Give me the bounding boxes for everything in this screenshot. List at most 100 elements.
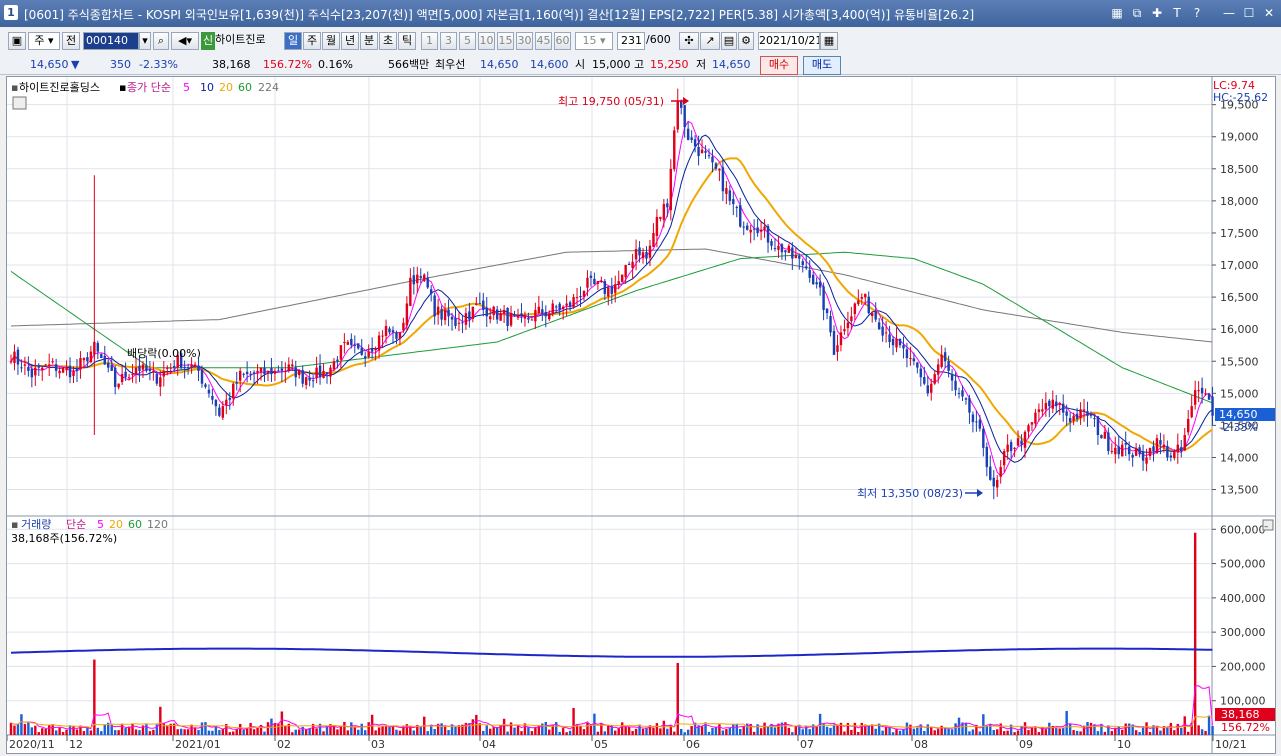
quote-change: 350 <box>110 58 131 71</box>
min-arrow-head <box>977 489 983 497</box>
period-day-button[interactable]: 일 <box>284 32 302 50</box>
candle-body <box>627 263 631 266</box>
volume-bar <box>593 713 596 735</box>
candle-body <box>13 351 16 364</box>
volume-bar <box>1023 722 1027 735</box>
market-select[interactable]: 주 ▾ <box>28 32 60 50</box>
help-icon[interactable]: ? <box>1189 5 1205 21</box>
volume-bar <box>850 729 853 735</box>
settings-icon[interactable]: ⚙ <box>738 32 754 50</box>
crosshair-icon[interactable]: ✣ <box>679 32 699 50</box>
price-legend-indicator: 종가 단순 <box>127 81 171 94</box>
speaker-icon[interactable]: ◀▾ <box>171 32 199 50</box>
volume-bar <box>1002 731 1006 735</box>
minute-step-15[interactable]: 15 <box>497 32 514 50</box>
candle-body <box>1061 403 1065 413</box>
minute-step-3[interactable]: 3 <box>440 32 457 50</box>
volume-bar <box>235 729 238 735</box>
prev-button[interactable]: 전 <box>62 32 80 50</box>
candle-body <box>759 229 763 232</box>
period-week-button[interactable]: 주 <box>303 32 321 50</box>
sell-button[interactable]: 매도 <box>803 56 841 75</box>
interval-select[interactable]: 15 ▾ <box>575 32 613 50</box>
volume-bar <box>207 730 211 735</box>
volume-bar <box>936 729 940 735</box>
candle-body <box>395 332 398 339</box>
maximize-icon[interactable]: ☐ <box>1241 5 1257 21</box>
volume-bar <box>75 729 79 735</box>
volume-bar <box>391 725 395 735</box>
candle-body <box>471 306 475 319</box>
minute-step-30[interactable]: 30 <box>516 32 533 50</box>
candle-body <box>1034 412 1037 424</box>
window-titlebar: 1 [0601] 주식종합차트 - KOSPI 외국인보유[1,639(천)] … <box>0 0 1281 27</box>
candle-body <box>572 297 575 308</box>
pin-icon[interactable]: ✚ <box>1149 5 1165 21</box>
minimize-icon[interactable]: — <box>1221 5 1237 21</box>
candle-body <box>211 395 214 400</box>
candle-body <box>475 303 478 306</box>
table-toggle-icon[interactable] <box>12 96 27 110</box>
volume-bar <box>1068 723 1072 735</box>
search-icon[interactable]: ⌕ <box>153 32 169 50</box>
volume-bar <box>179 728 183 735</box>
copy-icon[interactable]: ⧉ <box>1129 5 1145 21</box>
code-dropdown-icon[interactable]: ▾ <box>139 32 151 50</box>
period-minute-button[interactable]: 분 <box>360 32 378 50</box>
candle-body <box>238 370 242 381</box>
stock-code-input[interactable]: 000140 <box>83 32 139 50</box>
vol-ma-legend-5: 5 <box>97 518 104 531</box>
minute-step-45[interactable]: 45 <box>535 32 552 50</box>
save-icon[interactable]: ▤ <box>721 32 737 50</box>
minute-step-5[interactable]: 5 <box>459 32 476 50</box>
close-icon[interactable]: ✕ <box>1261 5 1277 21</box>
volume-bar <box>159 706 162 735</box>
grid-icon[interactable]: ▦ <box>1109 5 1125 21</box>
minute-step-60[interactable]: 60 <box>554 32 571 50</box>
chart-area[interactable]: 19,500 19,000 18,500 18,000 17,500 17,000 16,5… <box>6 76 1276 754</box>
volume-bar <box>992 730 995 735</box>
quote-open-label: 시 <box>575 58 586 71</box>
candle-body <box>516 316 520 318</box>
period-second-button[interactable]: 초 <box>379 32 397 50</box>
candle-body <box>1193 390 1197 405</box>
volume-bar <box>711 727 714 735</box>
candle-body <box>957 393 961 395</box>
layout-icon[interactable]: ▣ <box>8 32 26 50</box>
stock-chart[interactable]: 19,50019,00018,50018,00017,50017,00016,5… <box>6 77 1275 753</box>
candle-body <box>617 281 620 286</box>
candle-body <box>662 204 666 220</box>
volume-bar <box>200 722 204 735</box>
volume-bar <box>1034 727 1037 735</box>
buy-button[interactable]: 매수 <box>760 56 798 75</box>
trend-icon[interactable]: ↗ <box>700 32 720 50</box>
candle-body <box>978 419 982 429</box>
price-tick-label: 18,000 <box>1220 195 1259 208</box>
date-input[interactable]: 2021/10/21 <box>758 32 820 50</box>
candle-body <box>280 368 284 371</box>
candle-body <box>836 345 839 352</box>
candle-body <box>423 274 426 282</box>
minute-step-10[interactable]: 10 <box>478 32 495 50</box>
text-icon[interactable]: T <box>1169 5 1185 21</box>
volume-bar <box>652 727 655 735</box>
candle-body <box>30 368 34 378</box>
candle-body <box>34 367 37 376</box>
candle-body <box>794 255 798 258</box>
candle-body <box>548 313 551 320</box>
calendar-icon[interactable]: ▦ <box>820 32 838 50</box>
period-year-button[interactable]: 년 <box>341 32 359 50</box>
period-tick-button[interactable]: 틱 <box>398 32 416 50</box>
minute-step-1[interactable]: 1 <box>421 32 438 50</box>
volume-bar <box>1211 726 1214 735</box>
quote-change-rate: -2.33% <box>139 58 178 71</box>
candle-body <box>1055 401 1058 407</box>
quote-high: 15,250 <box>650 58 689 71</box>
candle-body <box>68 365 72 378</box>
volume-bar <box>339 726 343 735</box>
volume-bar <box>277 723 280 735</box>
volume-bar <box>1075 730 1079 735</box>
count-input[interactable]: 231 <box>617 32 645 50</box>
period-month-button[interactable]: 월 <box>322 32 340 50</box>
candle-body <box>429 289 433 294</box>
